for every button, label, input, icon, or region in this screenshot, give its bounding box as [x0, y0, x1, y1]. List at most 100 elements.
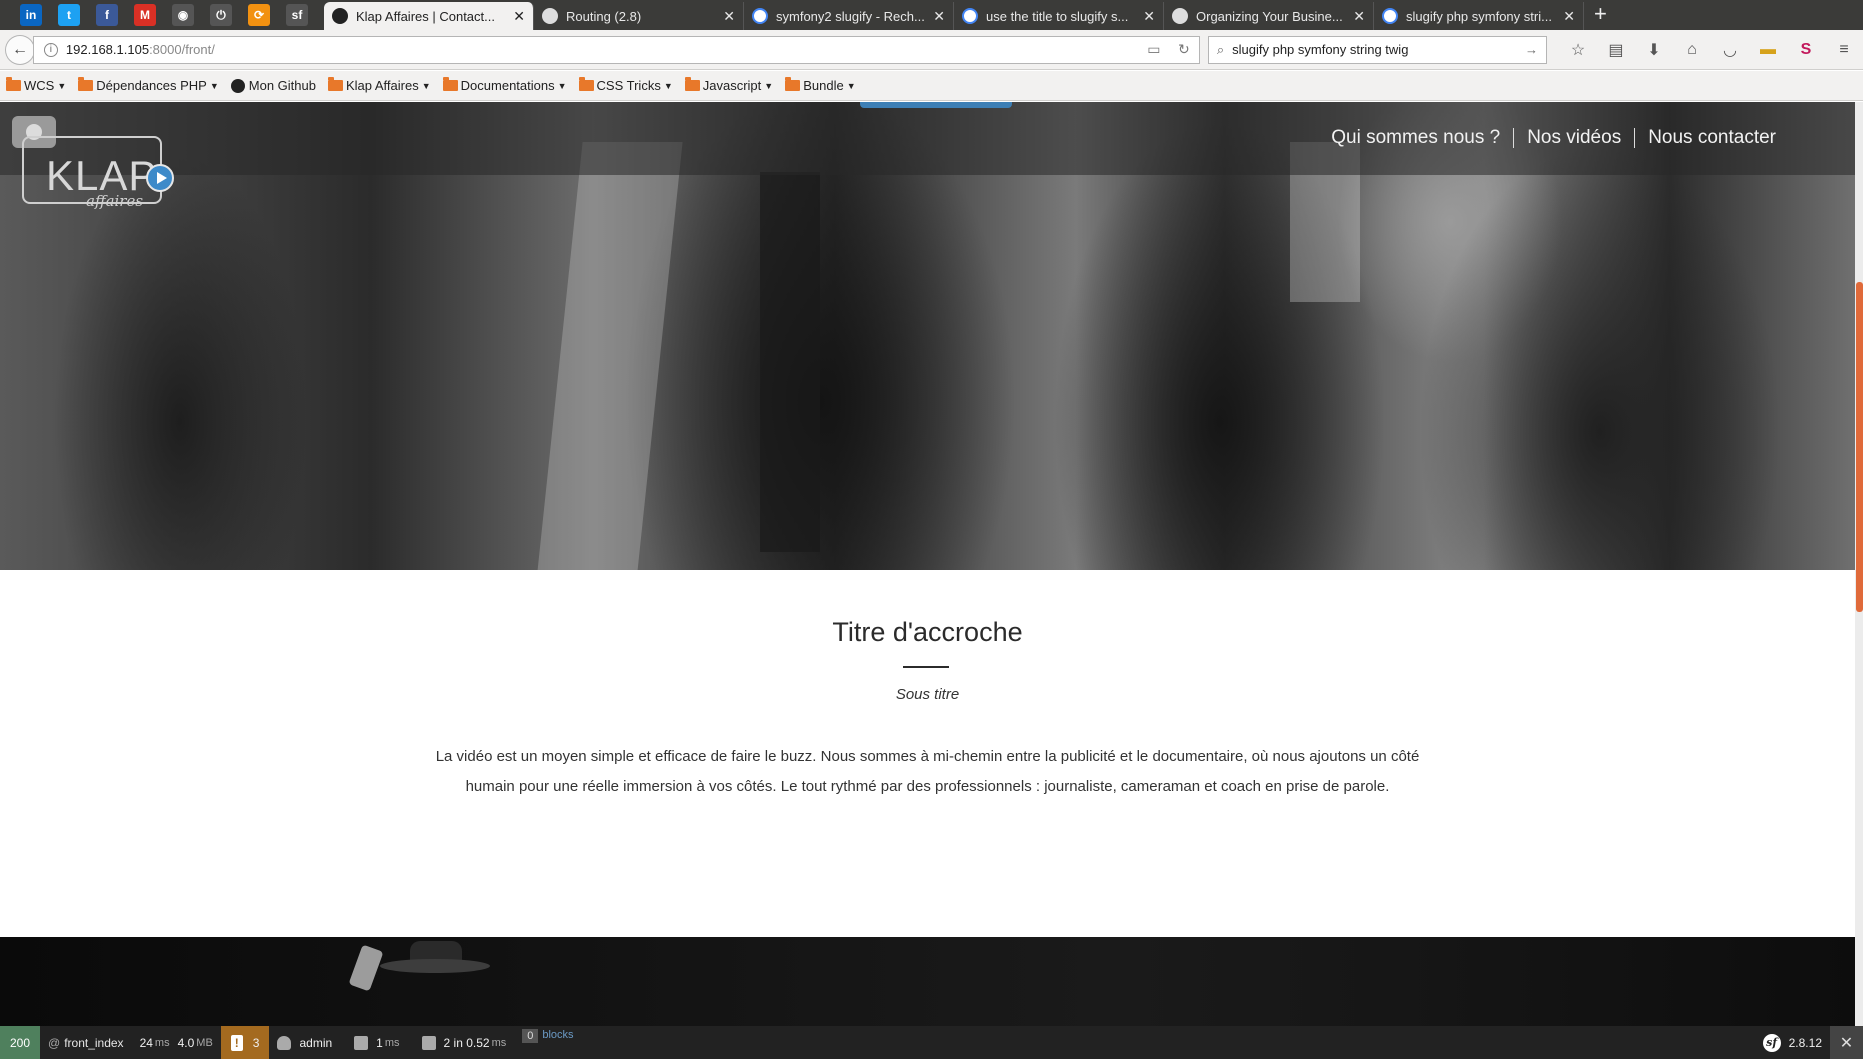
folder-icon	[578, 77, 594, 91]
status-badge[interactable]: 200	[0, 1026, 40, 1059]
github-icon	[230, 78, 245, 93]
search-bar[interactable]: ⌕ slugify php symfony string twig →	[1207, 35, 1547, 64]
form-panel[interactable]: 1 ms	[346, 1026, 407, 1059]
play-icon	[146, 164, 174, 192]
reader-view-icon[interactable]: ▭	[1139, 41, 1169, 58]
page-scrollbar[interactable]	[1855, 102, 1863, 1026]
close-tab-icon[interactable]: ✕	[513, 8, 525, 25]
search-query: slugify php symfony string twig	[1232, 42, 1409, 57]
google-icon	[962, 8, 978, 24]
site-info-icon[interactable]: i	[43, 42, 58, 57]
scrollbar-thumb[interactable]	[1856, 282, 1863, 612]
symfony-debug-toolbar: 200 @ front_index 24 ms 4.0 MB ! 3 admin 1 ms…	[0, 1026, 1863, 1059]
close-tab-icon[interactable]: ✕	[933, 8, 945, 25]
timer-panel[interactable]: 24 ms	[132, 1026, 178, 1059]
addon-s-icon[interactable]: S	[1787, 41, 1825, 59]
bookmark-label: Klap Affaires	[345, 78, 419, 93]
intro-section: Titre d'accroche Sous titre La vidéo est…	[0, 570, 1855, 937]
reload-icon[interactable]: ↻	[1169, 41, 1199, 58]
bookmark-item[interactable]: Documentations ▼	[442, 77, 567, 93]
close-tab-icon[interactable]: ✕	[1353, 8, 1365, 25]
nav-link-videos[interactable]: Nos vidéos	[1514, 127, 1634, 149]
database-panel[interactable]: 2 in 0.52 ms	[414, 1026, 515, 1059]
github-icon[interactable]: ◉	[172, 4, 194, 26]
bookmark-star-icon[interactable]: ☆	[1559, 40, 1597, 60]
power-icon[interactable]: ⏻	[210, 4, 232, 26]
bookmark-item[interactable]: Klap Affaires ▼	[327, 77, 431, 93]
folder-icon	[442, 77, 458, 91]
nav-link-about[interactable]: Qui sommes nous ?	[1318, 127, 1513, 149]
nav-link-contact[interactable]: Nous contacter	[1635, 127, 1789, 149]
folder-icon	[327, 77, 343, 91]
bookmark-label: WCS	[24, 78, 55, 93]
memory-panel[interactable]: 4.0 MB	[178, 1026, 221, 1059]
browser-tab[interactable]: use the title to slugify s... ✕	[954, 2, 1164, 30]
bookmark-label: Javascript	[702, 78, 762, 93]
bookmark-label: CSS Tricks	[596, 78, 661, 93]
chevron-down-icon: ▼	[421, 80, 431, 91]
extension-icon[interactable]: ▬	[1749, 41, 1787, 59]
bookmark-label: Bundle	[803, 78, 844, 93]
download-icon[interactable]: ⬇	[1635, 40, 1673, 60]
pinned-tabs: in t f M ◉ ⏻ ⟳ sf	[0, 0, 324, 30]
tab-title: use the title to slugify s...	[986, 8, 1129, 24]
security-panel[interactable]: admin	[269, 1026, 340, 1059]
gmail-icon[interactable]: M	[134, 4, 156, 26]
warning-icon: !	[230, 1034, 243, 1051]
browser-tab[interactable]: Organizing Your Busine... ✕	[1164, 2, 1374, 30]
bookmark-label: Dépendances PHP	[96, 78, 207, 93]
search-go-icon[interactable]: →	[1525, 42, 1538, 57]
tab-title: Routing (2.8)	[566, 8, 642, 24]
twig-blocks-panel[interactable]: 0 blocks	[514, 1026, 581, 1059]
symfony-icon	[542, 8, 558, 24]
chevron-down-icon: ▼	[764, 80, 774, 91]
close-icon: ✕	[1839, 1034, 1854, 1052]
intro-paragraph: La vidéo est un moyen simple et efficace…	[435, 748, 1420, 795]
header-accent	[860, 102, 1012, 108]
google-icon	[752, 8, 768, 24]
back-arrow-icon: ←	[11, 40, 28, 58]
linkedin-icon[interactable]: in	[20, 4, 42, 26]
tab-title: slugify php symfony stri...	[1406, 8, 1552, 24]
bookmark-item[interactable]: Dépendances PHP ▼	[78, 77, 219, 93]
url-bar[interactable]: i 192.168.1.105:8000/front/ ▭ ↻	[32, 35, 1200, 64]
sync-icon[interactable]: ⟳	[248, 4, 270, 26]
bookmarks-toolbar: WCS ▼ Dépendances PHP ▼ Mon Github Klap Affai…	[0, 71, 1863, 101]
bookmarks-library-icon[interactable]: ▤	[1597, 40, 1635, 60]
logger-warnings[interactable]: ! 3	[220, 1026, 270, 1059]
symfony-icon[interactable]: sf	[286, 4, 308, 26]
home-icon[interactable]: ⌂	[1673, 41, 1711, 59]
route-name[interactable]: @ front_index	[40, 1026, 132, 1059]
browser-tab[interactable]: Klap Affaires | Contact... ✕	[324, 2, 534, 30]
symfony-icon	[332, 8, 348, 24]
logo-subtitle: affaires	[86, 192, 144, 210]
bookmark-item[interactable]: WCS ▼	[6, 77, 66, 93]
new-tab-button[interactable]: +	[1584, 0, 1617, 30]
bookmark-item[interactable]: Mon Github	[230, 78, 316, 93]
browser-tab[interactable]: slugify php symfony stri... ✕	[1374, 2, 1584, 30]
bookmark-item[interactable]: Javascript ▼	[684, 77, 774, 93]
close-tab-icon[interactable]: ✕	[1143, 8, 1155, 25]
form-icon	[354, 1035, 369, 1050]
twitter-icon[interactable]: t	[58, 4, 80, 26]
bookmark-label: Mon Github	[248, 78, 316, 93]
bookmark-item[interactable]: CSS Tricks ▼	[578, 77, 673, 93]
chevron-down-icon: ▼	[846, 80, 856, 91]
back-button[interactable]: ←	[5, 34, 35, 65]
symfony-version-panel[interactable]: sf 2.8.12	[1755, 1026, 1830, 1059]
pocket-icon[interactable]: ◡	[1711, 40, 1749, 60]
browser-tab[interactable]: Routing (2.8) ✕	[534, 2, 744, 30]
browser-tab[interactable]: symfony2 slugify - Rech... ✕	[744, 2, 954, 30]
bookmark-item[interactable]: Bundle ▼	[785, 77, 856, 93]
site-logo[interactable]: KLAP affaires	[12, 114, 177, 210]
close-tab-icon[interactable]: ✕	[723, 8, 735, 25]
page-title: Titre d'accroche	[832, 617, 1023, 647]
close-tab-icon[interactable]: ✕	[1563, 8, 1575, 25]
close-toolbar-button[interactable]: ✕	[1830, 1026, 1863, 1059]
menu-icon[interactable]: ≡	[1825, 41, 1863, 59]
site-nav: Qui sommes nous ? Nos vidéos Nous contac…	[1318, 127, 1789, 149]
url-path: :8000/front/	[149, 42, 215, 57]
folder-icon	[6, 77, 21, 91]
tab-title: Klap Affaires | Contact...	[356, 8, 495, 24]
facebook-icon[interactable]: f	[96, 4, 118, 26]
